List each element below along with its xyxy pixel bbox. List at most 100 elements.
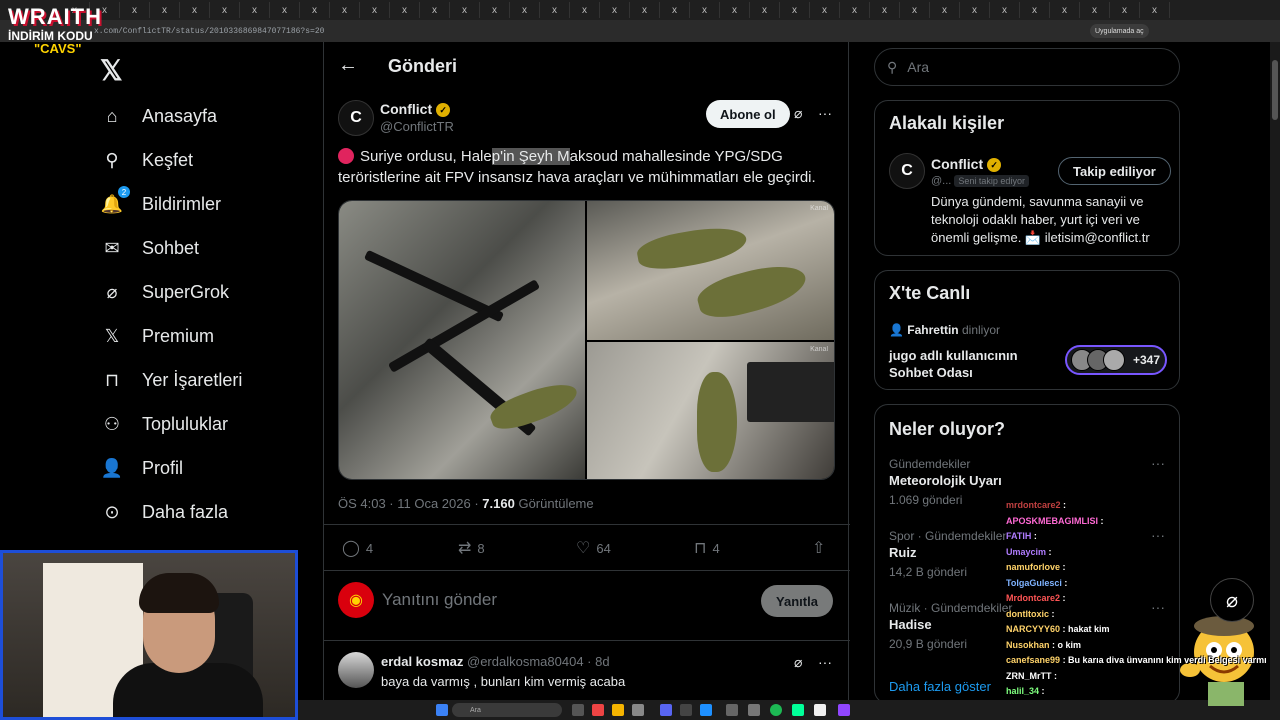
trend-more-icon[interactable]: ··· bbox=[1151, 527, 1165, 543]
post-time[interactable]: ÖS 4:03 · 11 Oca 2026 · bbox=[338, 496, 479, 511]
nav-item-search[interactable]: ⚲ Keşfet bbox=[100, 142, 193, 178]
app-icon[interactable] bbox=[838, 704, 850, 716]
app-icon[interactable] bbox=[726, 704, 738, 716]
comment-avatar[interactable] bbox=[338, 652, 374, 688]
browser-tab[interactable]: x bbox=[810, 2, 840, 18]
trend-more-icon[interactable]: ··· bbox=[1151, 455, 1165, 471]
author-name-row[interactable]: Conflict ✓ bbox=[380, 101, 451, 118]
browser-tab[interactable]: x bbox=[1050, 2, 1080, 18]
post-photo[interactable] bbox=[339, 201, 585, 479]
browser-tab[interactable]: x bbox=[750, 2, 780, 18]
post-photo[interactable]: Kanal bbox=[587, 342, 834, 479]
comment-author-name[interactable]: erdal kosmaz bbox=[381, 654, 463, 669]
post-media-grid[interactable]: Kanal Kanal bbox=[338, 200, 835, 480]
browser-tab[interactable]: x bbox=[300, 2, 330, 18]
browser-tab[interactable]: x bbox=[870, 2, 900, 18]
following-button[interactable]: Takip ediliyor bbox=[1058, 157, 1171, 185]
browser-tab[interactable]: x bbox=[780, 2, 810, 18]
trend-more-icon[interactable]: ··· bbox=[1151, 599, 1165, 615]
related-handle[interactable]: @... bbox=[931, 175, 951, 187]
bookmark-button[interactable]: ⊓ 4 bbox=[694, 538, 720, 558]
browser-tab[interactable]: x bbox=[240, 2, 270, 18]
browser-tab[interactable]: x bbox=[600, 2, 630, 18]
author-avatar[interactable]: C bbox=[338, 100, 374, 136]
nav-item-mail[interactable]: ✉ Sohbet bbox=[100, 230, 199, 266]
taskview-icon[interactable] bbox=[572, 704, 584, 716]
browser-tab[interactable]: x bbox=[1020, 2, 1050, 18]
browser-tab[interactable]: x bbox=[1140, 2, 1170, 18]
browser-tab[interactable]: x bbox=[660, 2, 690, 18]
more-options-icon[interactable]: ··· bbox=[818, 654, 832, 670]
nav-item-user[interactable]: 👤 Profil bbox=[100, 450, 183, 486]
author-name[interactable]: Conflict bbox=[380, 101, 432, 117]
show-more-link[interactable]: Daha fazla göster bbox=[889, 679, 991, 694]
browser-tab[interactable]: x bbox=[960, 2, 990, 18]
nav-item-x[interactable]: 𝕏 Premium bbox=[100, 318, 214, 354]
app-icon[interactable] bbox=[814, 704, 826, 716]
live-host-row[interactable]: 👤 Fahrettin dinliyor bbox=[889, 323, 1000, 337]
browser-tab[interactable]: x bbox=[1110, 2, 1140, 18]
browser-tab[interactable]: x bbox=[570, 2, 600, 18]
address-bar[interactable]: x.com/ConflictTR/status/2010336869847077… bbox=[0, 20, 1280, 42]
nav-item-bookmark[interactable]: ⊓ Yer İşaretleri bbox=[100, 362, 242, 398]
trend-name[interactable]: Ruiz bbox=[889, 545, 916, 560]
related-avatar[interactable]: C bbox=[889, 153, 925, 189]
subscribe-button[interactable]: Abone ol bbox=[706, 100, 790, 128]
trend-name[interactable]: Meteorolojik Uyarı bbox=[889, 473, 1002, 488]
repost-button[interactable]: ⇄ 8 bbox=[458, 538, 485, 558]
related-name-row[interactable]: Conflict ✓ bbox=[931, 156, 1002, 173]
browser-tab[interactable]: x bbox=[930, 2, 960, 18]
search-input[interactable]: ⚲ Ara bbox=[874, 48, 1180, 86]
back-arrow-icon[interactable]: ← bbox=[338, 54, 358, 77]
author-handle[interactable]: @ConflictTR bbox=[380, 119, 454, 134]
related-name[interactable]: Conflict bbox=[931, 156, 983, 172]
browser-tab[interactable]: x bbox=[330, 2, 360, 18]
grok-icon[interactable]: ⌀ bbox=[794, 105, 802, 122]
share-button[interactable]: ⇧ bbox=[812, 538, 825, 558]
browser-tab[interactable]: x bbox=[450, 2, 480, 18]
reply-submit-button[interactable]: Yanıtla bbox=[761, 585, 833, 617]
browser-tab[interactable]: x bbox=[720, 2, 750, 18]
browser-tab[interactable]: x bbox=[390, 2, 420, 18]
browser-tab[interactable]: x bbox=[630, 2, 660, 18]
browser-tab[interactable]: x bbox=[900, 2, 930, 18]
comment-author[interactable]: erdal kosmaz @erdalkosma80404 · 8d bbox=[381, 654, 610, 669]
grok-floating-button[interactable]: ⌀ bbox=[1210, 578, 1254, 622]
reply-input[interactable]: Yanıtını gönder bbox=[382, 590, 497, 610]
grok-icon[interactable]: ⌀ bbox=[794, 654, 802, 671]
browser-tab[interactable]: x bbox=[480, 2, 510, 18]
scrollbar-thumb[interactable] bbox=[1272, 60, 1278, 120]
browser-tab[interactable]: x bbox=[420, 2, 450, 18]
post-photo[interactable]: Kanal bbox=[587, 201, 834, 340]
live-listeners[interactable]: +347 bbox=[1065, 345, 1167, 375]
browser-tab[interactable]: x bbox=[990, 2, 1020, 18]
taskbar-search[interactable]: Ara bbox=[452, 703, 562, 717]
more-options-icon[interactable]: ··· bbox=[818, 105, 832, 121]
app-icon[interactable] bbox=[632, 704, 644, 716]
browser-tab[interactable]: x bbox=[270, 2, 300, 18]
discord-icon[interactable] bbox=[660, 704, 672, 716]
app-icon[interactable] bbox=[680, 704, 692, 716]
browser-tab[interactable]: x bbox=[840, 2, 870, 18]
chrome-icon[interactable] bbox=[592, 704, 604, 716]
live-room[interactable]: jugo adlı kullanıcının Sohbet Odası bbox=[889, 347, 1018, 381]
browser-tab[interactable]: x bbox=[540, 2, 570, 18]
current-user-avatar[interactable]: ◉ bbox=[338, 582, 374, 618]
nav-item-grok[interactable]: ⌀ SuperGrok bbox=[100, 274, 229, 310]
trend-name[interactable]: Hadise bbox=[889, 617, 932, 632]
nav-item-home[interactable]: ⌂ Anasayfa bbox=[100, 98, 218, 134]
nav-item-bell[interactable]: 🔔 2 Bildirimler bbox=[100, 186, 221, 222]
browser-tab[interactable]: x bbox=[180, 2, 210, 18]
browser-tab[interactable]: x bbox=[1080, 2, 1110, 18]
x-logo-icon[interactable]: 𝕏 bbox=[100, 54, 123, 87]
browser-tab[interactable]: x bbox=[360, 2, 390, 18]
spotify-icon[interactable] bbox=[770, 704, 782, 716]
start-icon[interactable] bbox=[436, 704, 448, 716]
folder-icon[interactable] bbox=[612, 704, 624, 716]
app-icon[interactable] bbox=[792, 704, 804, 716]
url-text[interactable]: x.com/ConflictTR/status/2010336869847077… bbox=[94, 27, 324, 36]
browser-tab[interactable]: x bbox=[690, 2, 720, 18]
scrollbar[interactable] bbox=[1270, 42, 1280, 700]
browser-tab[interactable]: x bbox=[510, 2, 540, 18]
browser-tab[interactable]: x bbox=[150, 2, 180, 18]
